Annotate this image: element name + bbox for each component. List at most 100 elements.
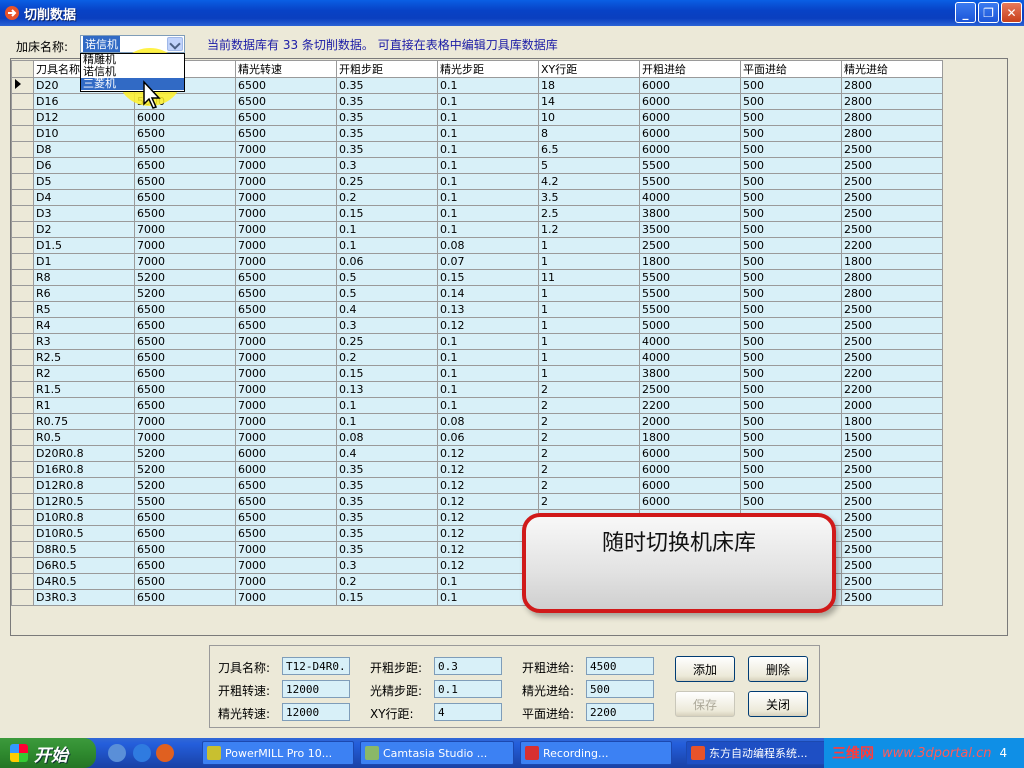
table-cell[interactable]: 7000 bbox=[235, 557, 337, 574]
table-cell[interactable]: 7000 bbox=[134, 253, 236, 270]
table-cell[interactable]: 500 bbox=[740, 237, 842, 254]
column-header[interactable]: 平面进给 bbox=[740, 60, 842, 78]
maximize-button[interactable]: ❐ bbox=[978, 2, 999, 23]
table-cell[interactable]: 5200 bbox=[134, 269, 236, 286]
table-cell[interactable]: 6500 bbox=[235, 269, 337, 286]
row-selector[interactable] bbox=[11, 301, 34, 318]
table-cell[interactable]: 0.35 bbox=[336, 477, 438, 494]
table-cell[interactable]: 7000 bbox=[235, 205, 337, 222]
table-cell[interactable]: D6 bbox=[33, 157, 135, 174]
table-cell[interactable]: 0.4 bbox=[336, 301, 438, 318]
row-selector[interactable] bbox=[11, 77, 34, 94]
table-cell[interactable]: R4 bbox=[33, 317, 135, 334]
table-cell[interactable]: 0.07 bbox=[437, 253, 539, 270]
table-cell[interactable]: 7000 bbox=[235, 237, 337, 254]
table-cell[interactable]: 6000 bbox=[639, 461, 741, 478]
row-selector[interactable] bbox=[11, 573, 34, 590]
tool-name-field[interactable] bbox=[282, 657, 350, 675]
table-cell[interactable]: 500 bbox=[740, 445, 842, 462]
table-cell[interactable]: 0.12 bbox=[437, 493, 539, 510]
table-cell[interactable]: R1.5 bbox=[33, 381, 135, 398]
table-cell[interactable]: 2500 bbox=[841, 173, 943, 190]
row-selector[interactable] bbox=[11, 125, 34, 142]
row-selector[interactable] bbox=[11, 141, 34, 158]
table-cell[interactable]: 7000 bbox=[235, 429, 337, 446]
row-selector[interactable] bbox=[11, 413, 34, 430]
table-cell[interactable]: 2500 bbox=[841, 205, 943, 222]
table-cell[interactable]: 0.1 bbox=[437, 365, 539, 382]
table-cell[interactable]: 7000 bbox=[235, 189, 337, 206]
task-camtasia[interactable]: Camtasia Studio ... bbox=[360, 741, 514, 765]
column-header[interactable]: 精光进给 bbox=[841, 60, 943, 78]
table-cell[interactable]: 0.35 bbox=[336, 109, 438, 126]
machine-select[interactable]: 诺信机 bbox=[80, 35, 185, 53]
table-cell[interactable]: 6500 bbox=[134, 509, 236, 526]
table-row[interactable]: D8 6500 7000 0.35 0.1 6.5 6000 500 2500 bbox=[11, 141, 943, 158]
start-button[interactable]: 开始 bbox=[0, 738, 96, 768]
table-row[interactable]: R4 6500 6500 0.3 0.12 1 5000 500 2500 bbox=[11, 317, 943, 334]
table-cell[interactable]: 2500 bbox=[841, 445, 943, 462]
table-cell[interactable]: 0.14 bbox=[437, 285, 539, 302]
table-cell[interactable]: 500 bbox=[740, 189, 842, 206]
table-row[interactable]: D1 7000 7000 0.06 0.07 1 1800 500 1800 bbox=[11, 253, 943, 270]
table-cell[interactable]: 0.35 bbox=[336, 493, 438, 510]
table-cell[interactable]: 6500 bbox=[235, 285, 337, 302]
table-cell[interactable]: 2500 bbox=[841, 317, 943, 334]
table-cell[interactable]: 0.08 bbox=[437, 413, 539, 430]
table-cell[interactable]: 0.1 bbox=[437, 141, 539, 158]
table-cell[interactable]: 2500 bbox=[841, 221, 943, 238]
table-cell[interactable]: 500 bbox=[740, 221, 842, 238]
table-cell[interactable]: D10 bbox=[33, 125, 135, 142]
table-cell[interactable]: 2000 bbox=[841, 397, 943, 414]
table-cell[interactable]: 0.12 bbox=[437, 461, 539, 478]
table-cell[interactable]: 0.35 bbox=[336, 525, 438, 542]
table-cell[interactable]: 2500 bbox=[841, 141, 943, 158]
table-cell[interactable]: 0.12 bbox=[437, 317, 539, 334]
table-cell[interactable]: D1 bbox=[33, 253, 135, 270]
table-cell[interactable]: 6500 bbox=[134, 125, 236, 142]
table-cell[interactable]: 500 bbox=[740, 125, 842, 142]
table-cell[interactable]: 0.1 bbox=[336, 397, 438, 414]
table-cell[interactable]: 0.5 bbox=[336, 285, 438, 302]
table-cell[interactable]: 6500 bbox=[134, 349, 236, 366]
table-cell[interactable]: D12R0.5 bbox=[33, 493, 135, 510]
table-cell[interactable]: R0.75 bbox=[33, 413, 135, 430]
table-cell[interactable]: 1 bbox=[538, 301, 640, 318]
table-cell[interactable]: 5500 bbox=[639, 285, 741, 302]
table-cell[interactable]: 500 bbox=[740, 173, 842, 190]
table-row[interactable]: R8 5200 6500 0.5 0.15 11 5500 500 2800 bbox=[11, 269, 943, 286]
table-cell[interactable]: 500 bbox=[740, 381, 842, 398]
rough-speed-field[interactable] bbox=[282, 680, 350, 698]
table-cell[interactable]: 6500 bbox=[235, 509, 337, 526]
table-cell[interactable]: 500 bbox=[740, 397, 842, 414]
table-cell[interactable]: 6000 bbox=[639, 109, 741, 126]
table-cell[interactable]: 0.08 bbox=[437, 237, 539, 254]
table-cell[interactable]: 6500 bbox=[134, 397, 236, 414]
column-header[interactable]: 精光步距 bbox=[437, 60, 539, 78]
table-cell[interactable]: 6500 bbox=[235, 477, 337, 494]
table-cell[interactable]: 6500 bbox=[134, 141, 236, 158]
table-cell[interactable]: R0.5 bbox=[33, 429, 135, 446]
table-cell[interactable]: D16 bbox=[33, 93, 135, 110]
table-cell[interactable]: R2.5 bbox=[33, 349, 135, 366]
delete-button[interactable]: 删除 bbox=[748, 656, 808, 682]
table-cell[interactable]: 7000 bbox=[134, 413, 236, 430]
table-row[interactable]: D10 6500 6500 0.35 0.1 8 6000 500 2800 bbox=[11, 125, 943, 142]
table-cell[interactable]: 14 bbox=[538, 93, 640, 110]
table-cell[interactable]: 6000 bbox=[639, 77, 741, 94]
table-cell[interactable]: 0.1 bbox=[336, 413, 438, 430]
table-cell[interactable]: 3800 bbox=[639, 205, 741, 222]
table-cell[interactable]: 6500 bbox=[235, 301, 337, 318]
table-cell[interactable]: 0.25 bbox=[336, 333, 438, 350]
table-cell[interactable]: 6500 bbox=[134, 333, 236, 350]
row-selector[interactable] bbox=[11, 285, 34, 302]
table-cell[interactable]: 500 bbox=[740, 141, 842, 158]
table-cell[interactable]: 500 bbox=[740, 109, 842, 126]
table-cell[interactable]: 0.15 bbox=[437, 269, 539, 286]
table-cell[interactable]: 2800 bbox=[841, 125, 943, 142]
table-cell[interactable]: 0.1 bbox=[437, 381, 539, 398]
table-cell[interactable]: 500 bbox=[740, 253, 842, 270]
table-cell[interactable]: 500 bbox=[740, 93, 842, 110]
table-cell[interactable]: 2 bbox=[538, 413, 640, 430]
table-cell[interactable]: 5500 bbox=[639, 157, 741, 174]
